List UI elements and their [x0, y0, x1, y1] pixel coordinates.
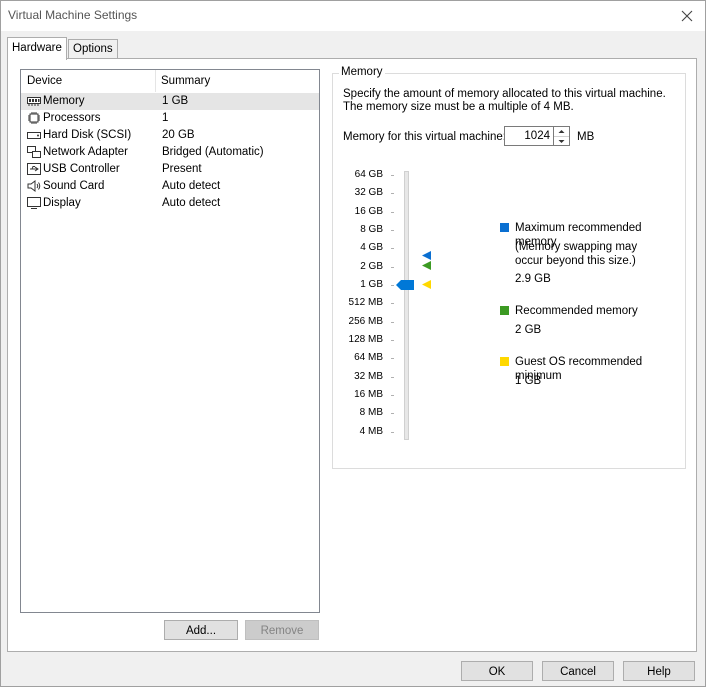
scale-label: 1 GB	[360, 279, 383, 290]
vm-settings-window: Virtual Machine Settings Hardware Option…	[0, 0, 706, 687]
scale-label: 16 GB	[354, 206, 383, 217]
device-row-usb-controller[interactable]: USB Controller Present	[21, 161, 319, 178]
scale-label: 2 GB	[360, 261, 383, 272]
column-summary[interactable]: Summary	[161, 75, 210, 87]
device-list[interactable]: Device Summary Memory 1 GB Processors 1 …	[20, 69, 320, 613]
device-row-display[interactable]: Display Auto detect	[21, 195, 319, 212]
spin-down-icon[interactable]	[554, 137, 569, 146]
close-icon[interactable]	[677, 6, 697, 26]
hardware-panel: Device Summary Memory 1 GB Processors 1 …	[7, 58, 697, 652]
memory-slider-thumb[interactable]	[396, 280, 414, 290]
legend-recommended-label: Recommended memory	[515, 305, 638, 317]
window-title: Virtual Machine Settings	[8, 8, 138, 22]
usb-icon	[27, 163, 41, 175]
help-button[interactable]: Help	[623, 661, 695, 681]
column-device[interactable]: Device	[27, 75, 62, 87]
memory-icon	[27, 97, 41, 106]
scale-label: 4 MB	[359, 426, 383, 437]
scale-label: 32 GB	[354, 187, 383, 198]
scale-label: 8 MB	[359, 407, 383, 418]
memory-field-label: Memory for this virtual machine:	[343, 131, 506, 143]
guest-min-marker	[422, 280, 431, 289]
memory-slider-track[interactable]	[404, 171, 409, 440]
title-bar: Virtual Machine Settings	[1, 1, 705, 31]
cancel-button[interactable]: Cancel	[542, 661, 614, 681]
memory-group: Memory Specify the amount of memory allo…	[332, 66, 686, 469]
hard-disk-icon	[27, 132, 41, 139]
device-row-memory[interactable]: Memory 1 GB	[21, 93, 319, 110]
scale-label: 8 GB	[360, 224, 383, 235]
legend-max-value: 2.9 GB	[515, 273, 551, 285]
legend-guest-min-value: 1 GB	[515, 375, 542, 387]
scale-label: 64 GB	[354, 169, 383, 180]
device-row-processors[interactable]: Processors 1	[21, 110, 319, 127]
recommended-marker	[422, 261, 431, 270]
memory-unit: MB	[577, 131, 595, 143]
device-row-network-adapter[interactable]: Network Adapter Bridged (Automatic)	[21, 144, 319, 161]
legend-recommended-swatch	[500, 306, 509, 315]
legend-guest-min-swatch	[500, 357, 509, 366]
scale-label: 32 MB	[354, 371, 383, 382]
list-header: Device Summary	[21, 70, 319, 92]
network-adapter-icon	[27, 146, 41, 158]
legend-recommended-value: 2 GB	[515, 324, 542, 336]
scale-label: 128 MB	[348, 334, 383, 345]
memory-description: Specify the amount of memory allocated t…	[343, 88, 666, 113]
ok-button[interactable]: OK	[461, 661, 533, 681]
memory-size-input[interactable]	[504, 126, 554, 146]
scale-label: 512 MB	[348, 297, 383, 308]
memory-spinner	[554, 126, 570, 146]
scale-label: 16 MB	[354, 389, 383, 400]
max-recommended-marker	[422, 251, 431, 260]
device-row-hard-disk[interactable]: Hard Disk (SCSI) 20 GB	[21, 127, 319, 144]
scale-label: 4 GB	[360, 242, 383, 253]
scale-label: 256 MB	[348, 316, 383, 327]
speaker-icon	[27, 180, 41, 192]
tab-hardware[interactable]: Hardware	[7, 37, 67, 60]
monitor-icon	[27, 197, 41, 209]
memory-group-title: Memory	[339, 66, 385, 78]
legend-max-note: (Memory swapping may occur beyond this s…	[515, 241, 638, 267]
processor-icon	[28, 112, 40, 124]
legend-max-swatch	[500, 223, 509, 232]
remove-device-button[interactable]: Remove	[245, 620, 319, 640]
scale-label: 64 MB	[354, 352, 383, 363]
device-row-sound-card[interactable]: Sound Card Auto detect	[21, 178, 319, 195]
tab-options[interactable]: Options	[68, 39, 118, 59]
spin-up-icon[interactable]	[554, 127, 569, 137]
add-device-button[interactable]: Add...	[164, 620, 238, 640]
